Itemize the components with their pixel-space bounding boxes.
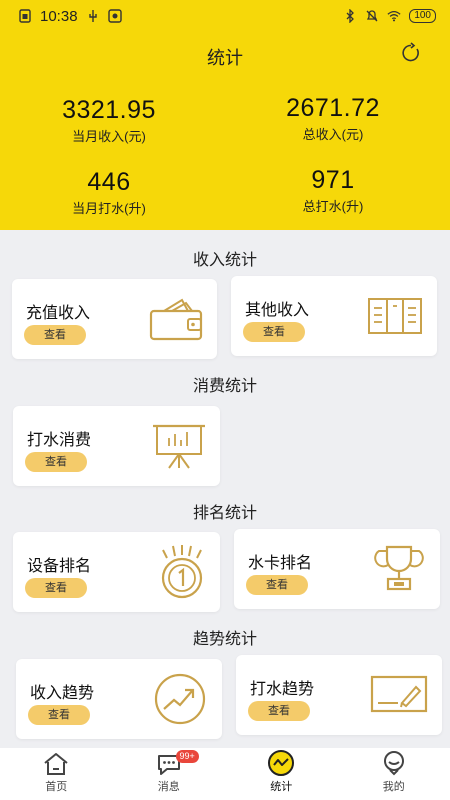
profile-icon [383, 751, 404, 776]
presentation-board-icon [153, 424, 205, 469]
stat-value: 446 [87, 168, 131, 196]
tab-label: 消息 [157, 781, 180, 793]
wallet-icon [149, 298, 203, 341]
home-icon [44, 753, 68, 775]
app-notification-icon [107, 9, 122, 23]
stat-month-income: 3321.95 当月收入(元) [9, 96, 209, 145]
usb-icon [86, 9, 100, 23]
medal-icon [161, 545, 203, 599]
tab-label: 我的 [382, 781, 405, 793]
view-button[interactable]: 查看 [24, 325, 86, 345]
view-button[interactable]: 查看 [248, 701, 310, 721]
card-water-consume[interactable]: 打水消费 查看 [13, 406, 220, 486]
stat-total-water: 971 总打水(升) [233, 166, 433, 215]
section-title-income: 收入统计 [192, 252, 257, 269]
stat-value: 971 [311, 166, 355, 194]
unread-badge: 99+ [175, 750, 199, 763]
status-bar: 10:38 100 [0, 0, 450, 32]
card-title: 打水消费 [27, 432, 92, 449]
view-button[interactable]: 查看 [243, 322, 305, 342]
wifi-icon [387, 9, 401, 23]
section-title-rank: 排名统计 [192, 505, 257, 522]
refresh-icon[interactable] [400, 42, 422, 64]
card-watercard-rank[interactable]: 水卡排名 查看 [234, 529, 440, 609]
view-button[interactable]: 查看 [25, 452, 87, 472]
stat-total-income: 2671.72 总收入(元) [233, 94, 433, 143]
stat-value: 2671.72 [286, 94, 380, 122]
tab-messages[interactable]: 99+ 消息 [113, 748, 226, 800]
stat-label: 当月打水(升) [72, 201, 146, 216]
tab-stats[interactable]: 统计 [225, 748, 338, 800]
stat-label: 总打水(升) [302, 199, 364, 214]
card-title: 打水趋势 [250, 681, 315, 698]
view-button[interactable]: 查看 [246, 575, 308, 595]
bluetooth-icon [343, 9, 357, 23]
stat-value: 3321.95 [62, 96, 156, 124]
card-title: 水卡排名 [248, 555, 313, 572]
stat-label: 当月收入(元) [72, 129, 146, 144]
mute-icon [365, 9, 379, 23]
card-recharge-income[interactable]: 充值收入 查看 [12, 279, 217, 359]
card-water-trend[interactable]: 打水趋势 查看 [236, 655, 442, 735]
trophy-icon [374, 545, 424, 591]
stat-month-water: 446 当月打水(升) [9, 168, 209, 217]
view-button[interactable]: 查看 [25, 578, 87, 598]
trend-chart-icon [154, 673, 206, 725]
view-button[interactable]: 查看 [28, 705, 90, 725]
section-title-consume: 消费统计 [192, 378, 257, 395]
sim-icon [18, 9, 32, 23]
tab-home[interactable]: 首页 [0, 748, 113, 800]
tab-profile[interactable]: 我的 [338, 748, 450, 800]
card-title: 收入趋势 [30, 685, 95, 702]
status-time: 10:38 [40, 7, 78, 25]
tab-label: 首页 [45, 781, 68, 793]
stats-icon [268, 750, 295, 776]
card-device-rank[interactable]: 设备排名 查看 [13, 532, 220, 612]
page-title: 统计 [207, 48, 243, 68]
card-title: 其他收入 [245, 302, 310, 319]
stats-header: 统计 3321.95 当月收入(元) 2671.72 总收入(元) 446 当月… [0, 32, 450, 230]
bottom-tab-bar: 首页 99+ 消息 统计 我的 [0, 748, 450, 800]
tab-label: 统计 [270, 781, 293, 793]
ledger-icon [368, 298, 422, 334]
card-title: 设备排名 [27, 558, 92, 575]
edit-board-icon [370, 675, 428, 713]
stat-label: 总收入(元) [302, 127, 364, 142]
section-title-trend: 趋势统计 [192, 631, 257, 648]
card-title: 充值收入 [26, 305, 91, 322]
card-other-income[interactable]: 其他收入 查看 [231, 276, 437, 356]
card-income-trend[interactable]: 收入趋势 查看 [16, 659, 222, 739]
battery-indicator: 100 [409, 9, 436, 23]
